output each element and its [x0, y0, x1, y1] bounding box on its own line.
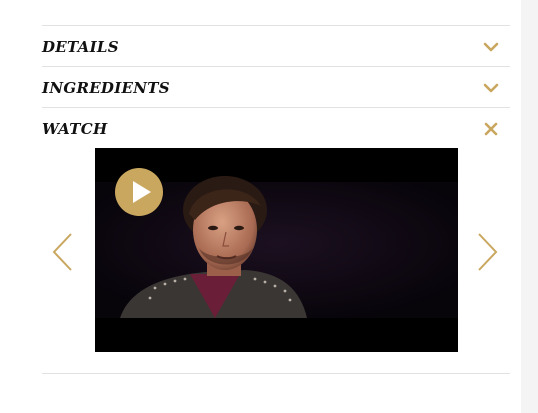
chevron-right-icon[interactable]: [476, 232, 500, 272]
divider: [42, 66, 510, 67]
accordion-item-details[interactable]: DETAILS: [42, 27, 510, 67]
accordion-label-watch: WATCH: [42, 120, 108, 138]
video-player[interactable]: [95, 148, 458, 352]
divider: [42, 25, 510, 26]
accordion-label-details: DETAILS: [42, 38, 119, 56]
accordion-label-ingredients: INGREDIENTS: [42, 79, 170, 97]
divider: [42, 373, 510, 374]
page-side-strip: [521, 0, 538, 413]
divider: [42, 107, 510, 108]
accordion-item-watch[interactable]: WATCH: [42, 109, 510, 149]
chevron-down-icon[interactable]: [482, 38, 500, 56]
play-icon[interactable]: [115, 168, 163, 216]
chevron-down-icon[interactable]: [482, 79, 500, 97]
accordion-item-ingredients[interactable]: INGREDIENTS: [42, 68, 510, 108]
chevron-left-icon[interactable]: [50, 232, 74, 272]
close-icon[interactable]: [482, 120, 500, 138]
